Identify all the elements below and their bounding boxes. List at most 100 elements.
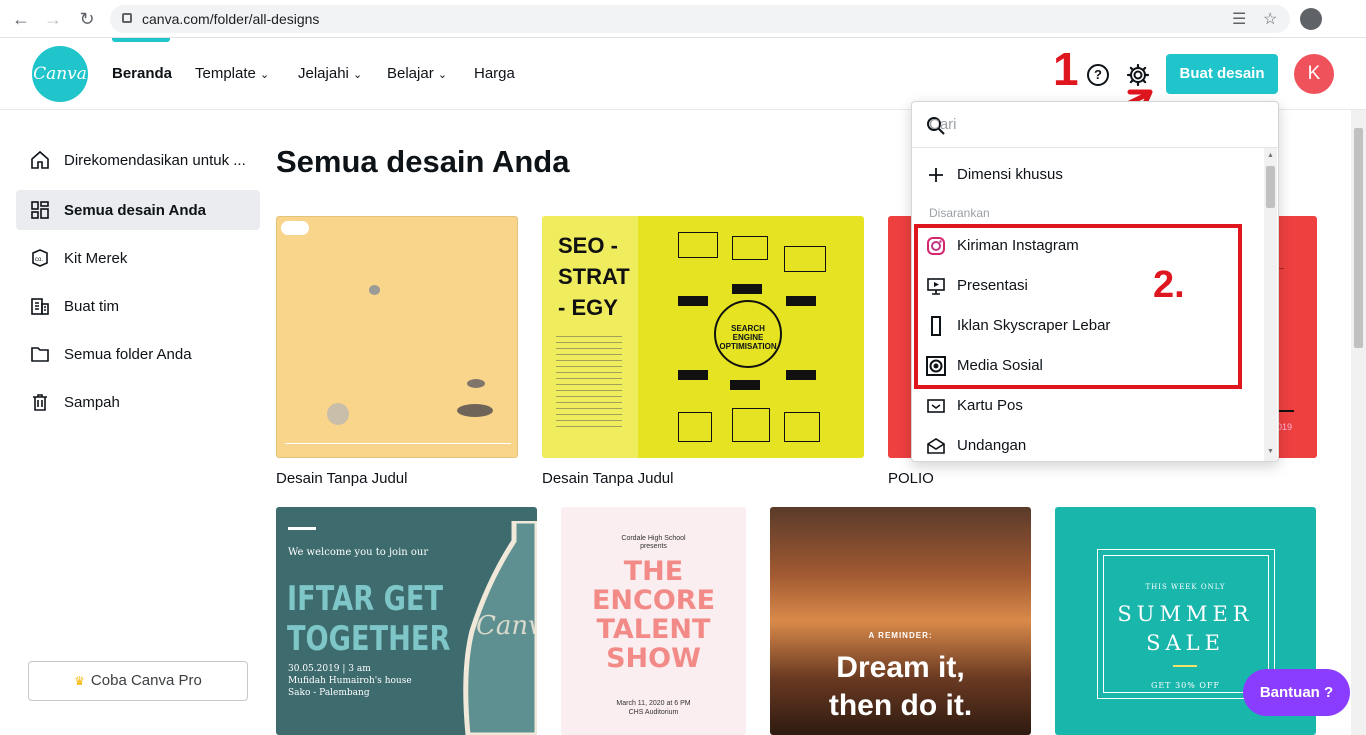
chevron-down-icon: ⌄: [260, 69, 270, 81]
sidebar-item-label: Semua desain Anda: [64, 202, 206, 219]
reload-icon[interactable]: ↻: [76, 9, 98, 31]
bar: [730, 380, 760, 390]
chevron-down-icon: ⌄: [353, 69, 363, 81]
bar: [732, 284, 762, 294]
svg-text:co.: co.: [35, 257, 43, 263]
grid-icon: [31, 201, 49, 219]
template-card-encore[interactable]: Cordale High School presents THE ENCORE …: [561, 507, 746, 735]
dropdown-item-label: Dimensi khusus: [957, 166, 1063, 183]
seo-title: SEO - STRAT - EGY: [558, 230, 630, 323]
iftar-line: TOGETHER: [287, 619, 451, 659]
template-card-dream[interactable]: A REMINDER: Dream it, then do it.: [770, 507, 1031, 735]
dropdown-item-label: Undangan: [957, 437, 1027, 454]
help-button[interactable]: Bantuan ?: [1243, 669, 1350, 716]
translate-icon[interactable]: ☰: [1232, 9, 1246, 29]
scroll-down-icon[interactable]: ▼: [1267, 448, 1274, 455]
folder-icon: [31, 347, 49, 362]
design-title[interactable]: Desain Tanpa Judul: [542, 470, 673, 487]
stone: [467, 379, 485, 388]
seo-line: SEO -: [558, 233, 618, 258]
nav-belajar[interactable]: Belajar ⌄: [387, 65, 447, 82]
paragraph: [556, 336, 622, 432]
chevron-down-icon: ⌄: [437, 69, 448, 81]
iftar-line: IFTAR GET: [287, 579, 444, 619]
dropdown-item-invitation[interactable]: Undangan: [924, 431, 1254, 461]
invitation-icon: [927, 438, 945, 454]
nav-beranda[interactable]: Beranda: [112, 65, 172, 82]
nav-template[interactable]: Template ⌄: [195, 65, 269, 82]
design-card[interactable]: SEO - STRAT - EGY SEARCH ENGINE OPTIMISA…: [542, 216, 864, 458]
sidebar-item-all-designs[interactable]: Semua desain Anda: [16, 190, 260, 230]
encore-line: SHOW: [606, 643, 701, 674]
iftar-detail: Sako - Palembang: [288, 688, 370, 698]
plus-icon: [929, 168, 943, 182]
dropdown-scrollbar[interactable]: ▲ ▼: [1264, 148, 1277, 461]
sidebar-item-trash[interactable]: Sampah: [16, 382, 260, 422]
bar: [786, 370, 816, 380]
pro-label: Coba Canva Pro: [90, 672, 202, 689]
brand-icon: co.: [32, 249, 48, 267]
star-icon[interactable]: ☆: [1263, 9, 1277, 29]
encore-line: TALENT: [596, 614, 711, 645]
design-title[interactable]: Desain Tanpa Judul: [276, 470, 407, 487]
nav-jelajahi[interactable]: Jelajahi ⌄: [298, 65, 362, 82]
bar: [678, 296, 708, 306]
nav-template-label: Template: [195, 65, 256, 82]
dream-line: Dream it,: [836, 651, 965, 684]
active-tab-indicator: [112, 38, 170, 42]
sidebar-item-create-team[interactable]: Buat tim: [16, 286, 260, 326]
nav-jelajahi-label: Jelajahi: [298, 65, 349, 82]
encore-school: Cordale High School: [621, 535, 686, 542]
try-canva-pro-button[interactable]: ♛ Coba Canva Pro: [28, 661, 248, 701]
sidebar-item-label: Semua folder Anda: [64, 346, 192, 363]
bar: [786, 296, 816, 306]
encore-presents: presents: [640, 543, 667, 550]
sidebar-item-label: Kit Merek: [64, 250, 128, 267]
home-icon: [31, 150, 49, 169]
nav-belajar-label: Belajar: [387, 65, 434, 82]
help-icon[interactable]: ?: [1087, 64, 1109, 86]
create-design-button[interactable]: Buat desain: [1166, 54, 1278, 94]
back-icon[interactable]: ←: [10, 9, 32, 31]
summer-top: THIS WEEK ONLY: [1145, 583, 1226, 591]
sidebar-item-all-folders[interactable]: Semua folder Anda: [16, 334, 260, 374]
stone: [327, 403, 349, 425]
dropdown-search[interactable]: Cari: [912, 102, 1278, 148]
dropdown-item-custom-size[interactable]: Dimensi khusus: [924, 160, 1254, 190]
annotation-number-2: 2.: [1153, 264, 1185, 306]
sidebar-item-brand-kit[interactable]: co. Kit Merek: [16, 238, 260, 278]
template-card-iftar[interactable]: We welcome you to join our IFTAR GET TOG…: [276, 507, 537, 735]
seo-line: - EGY: [558, 295, 618, 320]
address-bar[interactable]: canva.com/folder/all-designs: [110, 5, 1290, 33]
trash-icon: [33, 394, 47, 411]
encore-line: THE: [623, 556, 684, 587]
box: [784, 412, 820, 442]
avatar[interactable]: K: [1294, 54, 1334, 94]
divider: [285, 443, 511, 444]
dropdown-scroll-thumb[interactable]: [1266, 166, 1275, 208]
summer-line: SUMMER: [1117, 602, 1254, 626]
iftar-title: IFTAR GET TOGETHER: [287, 579, 450, 659]
canva-watermark: Canva: [476, 611, 537, 641]
canva-logo[interactable]: Canva: [32, 46, 88, 102]
postcard-icon: [927, 399, 945, 413]
bar: [678, 370, 708, 380]
page-scrollbar[interactable]: [1351, 110, 1366, 735]
scroll-up-icon[interactable]: ▲: [1267, 152, 1274, 159]
page-scroll-thumb[interactable]: [1354, 128, 1363, 348]
sidebar-item-label: Sampah: [64, 394, 120, 411]
account-icon[interactable]: [1300, 8, 1322, 30]
lock-icon: [122, 13, 132, 23]
design-card[interactable]: [276, 216, 518, 458]
dropdown-item-label: Kartu Pos: [957, 397, 1023, 414]
seo-line: STRAT: [558, 264, 630, 289]
url-text: canva.com/folder/all-designs: [142, 11, 320, 27]
box: [732, 408, 770, 442]
building-icon: [31, 298, 49, 315]
sidebar-item-recommended[interactable]: Direkomendasikan untuk ...: [16, 140, 260, 180]
iftar-intro: We welcome you to join our: [288, 547, 429, 558]
nav-harga[interactable]: Harga: [474, 65, 515, 82]
dropdown-item-postcard[interactable]: Kartu Pos: [924, 391, 1254, 421]
forward-icon[interactable]: →: [42, 9, 64, 31]
design-title[interactable]: POLIO: [888, 470, 934, 487]
